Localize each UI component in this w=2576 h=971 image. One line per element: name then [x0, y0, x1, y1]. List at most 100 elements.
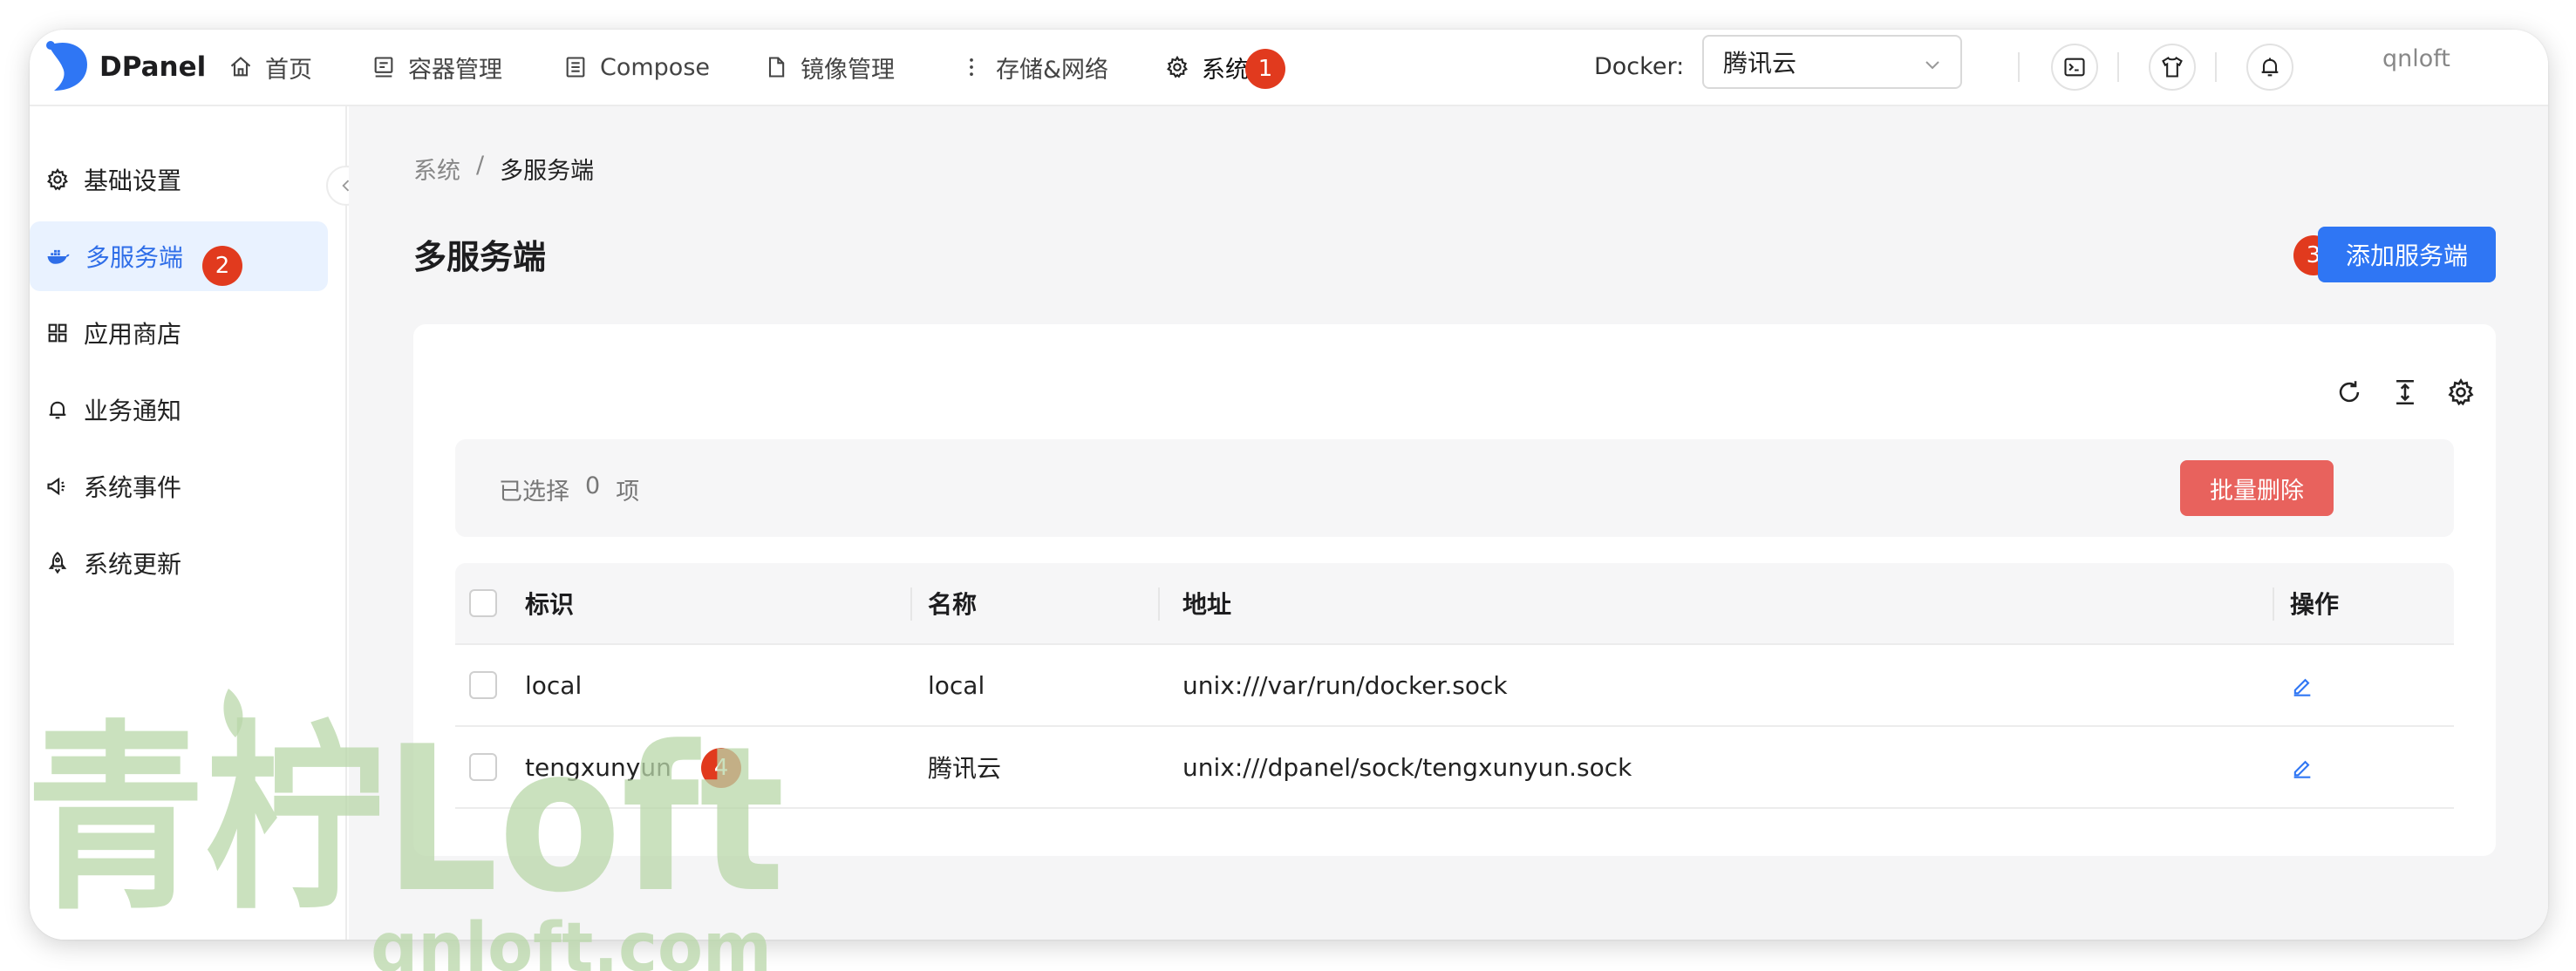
nav-home[interactable]: 首页 — [228, 45, 312, 89]
server-list-card: 已选择 0 项 批量删除 标识 名称 地址 操作 local local uni… — [413, 324, 2496, 856]
gear-icon — [47, 167, 68, 191]
sidebar-item-multi-server[interactable]: 多服务端 — [30, 221, 328, 291]
column-header-address: 地址 — [1182, 590, 1232, 619]
nav-compose[interactable]: Compose — [563, 45, 710, 89]
top-header: DPanel 首页 容器管理 Compose 镜像管理 存储&网络 系统 1 D… — [30, 30, 2548, 106]
table-row: tengxunyun 4 腾讯云 unix:///dpanel/sock/ten… — [455, 727, 2454, 809]
more-vertical-icon — [970, 58, 973, 77]
nav-system[interactable]: 系统 — [1165, 45, 1249, 89]
annotation-badge-4: 4 — [701, 748, 741, 788]
docker-select[interactable]: 腾讯云 — [1702, 35, 1962, 89]
file-icon — [768, 57, 785, 78]
nav-images-label: 镜像管理 — [801, 56, 895, 84]
batch-delete-button[interactable]: 批量删除 — [2180, 460, 2334, 516]
shirt-icon — [2162, 57, 2183, 78]
compose-icon — [566, 57, 585, 78]
sidebar-item-notifications[interactable]: 业务通知 — [30, 375, 328, 445]
main-content: 系统 / 多服务端 多服务端 3 添加服务端 已选择 0 项 批量删除 标识 名… — [349, 106, 2548, 940]
annotation-badge-1: 1 — [1245, 49, 1285, 89]
home-icon — [230, 57, 251, 77]
column-divider — [2273, 587, 2274, 621]
breadcrumb-parent[interactable]: 系统 — [413, 152, 460, 186]
refresh-button[interactable] — [2332, 375, 2367, 410]
breadcrumb: 系统 / 多服务端 — [413, 152, 594, 186]
bell-icon — [2261, 58, 2279, 77]
table-settings-button[interactable] — [2443, 375, 2478, 410]
selection-info: 已选择 0 项 — [499, 472, 639, 506]
column-divider — [1158, 587, 1160, 621]
sidebar-item-label: 应用商店 — [84, 320, 182, 349]
column-header-actions: 操作 — [2290, 590, 2340, 619]
breadcrumb-separator: / — [476, 152, 485, 179]
select-all-checkbox[interactable] — [469, 589, 497, 617]
table-row: local local unix:///var/run/docker.sock — [455, 645, 2454, 727]
grid-icon — [48, 323, 67, 343]
sidebar-item-label: 业务通知 — [84, 397, 182, 425]
docker-select-value: 腾讯云 — [1723, 49, 1797, 78]
container-icon — [374, 57, 393, 78]
app-window: DPanel 首页 容器管理 Compose 镜像管理 存储&网络 系统 1 D… — [30, 30, 2548, 940]
row-id: tengxunyun — [525, 752, 671, 782]
row-checkbox[interactable] — [469, 671, 497, 699]
server-table: 标识 名称 地址 操作 local local unix:///var/run/… — [455, 563, 2454, 809]
nav-containers[interactable]: 容器管理 — [371, 45, 502, 89]
selection-prefix: 已选择 — [499, 479, 569, 506]
dpanel-logo — [46, 41, 87, 91]
column-height-icon — [2396, 379, 2414, 405]
density-button[interactable] — [2388, 375, 2423, 410]
nav-storage-network[interactable]: 存储&网络 — [959, 45, 1108, 89]
bell-icon — [49, 401, 66, 419]
docker-label: Docker: — [1594, 53, 1685, 80]
refresh-icon — [2339, 381, 2360, 403]
nav-system-label: 系统 — [1202, 56, 1249, 84]
nav-containers-label: 容器管理 — [408, 56, 502, 84]
row-name: 腾讯云 — [928, 754, 1002, 783]
gear-icon — [2448, 378, 2474, 406]
edit-icon[interactable] — [2290, 673, 2314, 697]
header-divider — [2117, 52, 2119, 82]
selection-suffix: 项 — [616, 479, 640, 506]
sidebar-item-label: 系统更新 — [84, 550, 182, 579]
header-divider — [2018, 52, 2020, 82]
add-server-button[interactable]: 添加服务端 — [2318, 227, 2496, 282]
sidebar-item-system-update[interactable]: 系统更新 — [30, 528, 328, 598]
column-divider — [910, 587, 912, 621]
column-header-id: 标识 — [525, 590, 575, 619]
nav-compose-label: Compose — [600, 53, 711, 81]
page-title: 多服务端 — [413, 238, 547, 276]
user-name[interactable]: qnloft — [2382, 42, 2450, 77]
row-checkbox[interactable] — [469, 753, 497, 781]
nav-storage-network-label: 存储&网络 — [996, 56, 1109, 84]
row-name: local — [928, 670, 985, 700]
table-header: 标识 名称 地址 操作 — [455, 563, 2454, 645]
edit-icon[interactable] — [2290, 755, 2314, 779]
header-divider — [2215, 52, 2217, 82]
theme-button[interactable] — [2149, 44, 2196, 91]
gear-icon — [1167, 55, 1188, 78]
column-header-name: 名称 — [928, 590, 978, 619]
sidebar-item-label: 多服务端 — [85, 243, 184, 272]
sidebar-item-label: 基础设置 — [84, 166, 182, 195]
docker-icon — [47, 249, 70, 264]
brand-name: DPanel — [99, 51, 207, 83]
sidebar-item-label: 系统事件 — [84, 473, 182, 502]
selection-count: 0 — [585, 472, 601, 499]
annotation-badge-2: 2 — [202, 246, 242, 286]
sidebar: 基础设置 多服务端 2 应用商店 业务通知 系统事件 系统更新 — [30, 106, 347, 940]
selection-bar: 已选择 0 项 批量删除 — [455, 439, 2454, 537]
row-address: unix:///dpanel/sock/tengxunyun.sock — [1182, 752, 1632, 782]
notification-button[interactable] — [2246, 44, 2293, 91]
terminal-icon — [2064, 58, 2085, 77]
nav-home-label: 首页 — [265, 56, 312, 84]
row-id: local — [525, 670, 583, 700]
rocket-icon — [48, 552, 67, 574]
row-address: unix:///var/run/docker.sock — [1182, 670, 1508, 700]
terminal-button[interactable] — [2051, 44, 2098, 91]
breadcrumb-current: 多服务端 — [500, 158, 595, 185]
megaphone-icon — [47, 477, 65, 496]
nav-images[interactable]: 镜像管理 — [764, 45, 895, 89]
sidebar-item-basic-settings[interactable]: 基础设置 — [30, 145, 328, 214]
sidebar-item-system-events[interactable]: 系统事件 — [30, 452, 328, 521]
sidebar-item-app-store[interactable]: 应用商店 — [30, 298, 328, 368]
chevron-down-icon — [1925, 61, 1939, 70]
